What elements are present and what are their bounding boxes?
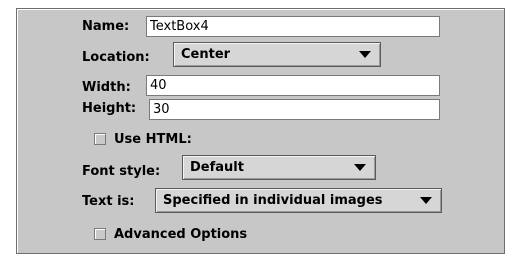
textbox-properties-panel: Name: TextBox4 Location: Center Width: 4… — [16, 8, 505, 254]
checkbox-unchecked-icon[interactable] — [94, 133, 106, 145]
name-field[interactable]: TextBox4 — [146, 16, 440, 37]
chevron-down-icon — [420, 197, 432, 204]
checkbox-unchecked-icon[interactable] — [94, 228, 106, 240]
location-dropdown[interactable]: Center — [173, 42, 381, 67]
text-is-label: Text is: — [82, 194, 135, 209]
width-field[interactable]: 40 — [146, 75, 440, 96]
use-html-checkbox-row[interactable]: Use HTML: — [94, 132, 234, 148]
text-is-dropdown[interactable]: Specified in individual images — [155, 188, 442, 213]
use-html-label: Use HTML: — [114, 132, 192, 147]
name-label: Name: — [82, 19, 130, 34]
location-selected-value: Center — [181, 47, 231, 62]
font-style-dropdown[interactable]: Default — [182, 155, 376, 180]
advanced-options-checkbox-row[interactable]: Advanced Options — [94, 227, 294, 243]
font-style-selected-value: Default — [190, 160, 244, 175]
height-field[interactable]: 30 — [149, 99, 440, 120]
width-label: Width: — [82, 80, 131, 95]
advanced-options-label: Advanced Options — [114, 227, 248, 242]
font-style-label: Font style: — [82, 164, 161, 179]
chevron-down-icon — [359, 51, 371, 58]
height-label: Height: — [82, 101, 137, 116]
text-is-selected-value: Specified in individual images — [163, 193, 383, 208]
chevron-down-icon — [354, 164, 366, 171]
location-label: Location: — [82, 50, 150, 65]
